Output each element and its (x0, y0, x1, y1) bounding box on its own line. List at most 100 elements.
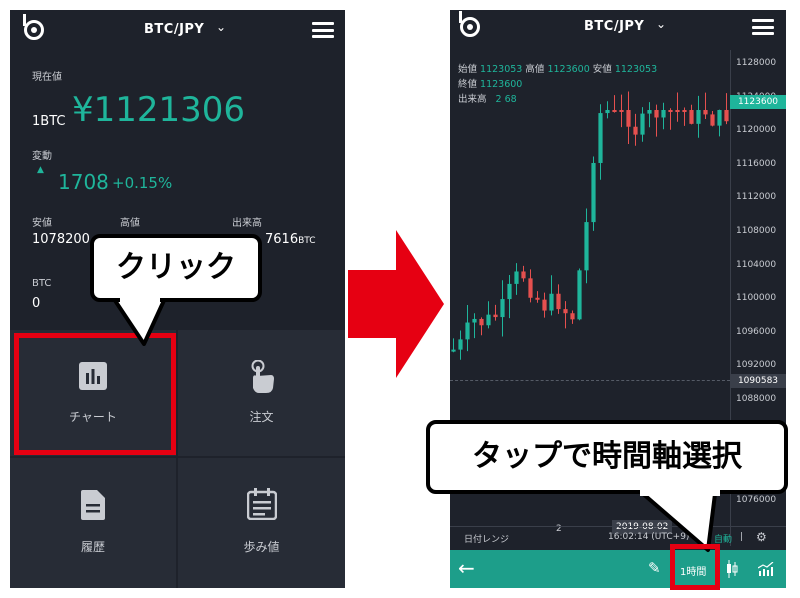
tap-hand-icon (251, 360, 274, 393)
callout-tail (110, 296, 168, 346)
volume-label: 出来高 (232, 218, 262, 229)
arrow-left-icon[interactable]: ← (458, 556, 475, 580)
candle-body (458, 339, 463, 350)
candle-body (570, 313, 575, 320)
price-axis-tick: 1112000 (736, 192, 777, 203)
order-tile-label: 注文 (249, 410, 274, 424)
pencil-icon[interactable]: ✎ (648, 559, 661, 577)
candle-body (535, 297, 540, 300)
chart-toolbar: ← ✎ 1時間 (450, 550, 786, 588)
pair-label[interactable]: BTC/JPY (584, 19, 644, 34)
change-label: 変動 (32, 151, 52, 162)
current-price-label: 現在値 (32, 72, 62, 83)
candle-body (556, 293, 561, 310)
candle-body (724, 110, 729, 122)
candle-body (717, 110, 722, 126)
candle-body (598, 113, 603, 163)
candle-body (710, 114, 715, 126)
chevron-down-icon[interactable]: ⌄ (216, 20, 226, 34)
candlestick-icon[interactable] (726, 560, 738, 578)
tap-callout: タップで時間軸選択 (426, 420, 788, 494)
red-arrow (348, 230, 444, 378)
chart-footer: 日付レンジ 16:02:14 (UTC+9) 自動 | ⚙ (450, 526, 786, 549)
price-axis-tick: 1092000 (736, 360, 777, 371)
history-tile-label: 履歴 (80, 540, 105, 554)
current-price: ¥1121306 (72, 90, 246, 130)
candle-body (563, 309, 568, 314)
price-axis-tick: 1104000 (736, 259, 777, 270)
candle-body (472, 318, 477, 323)
candle-body (577, 270, 582, 320)
callout-tail-cover (120, 292, 160, 302)
holding-label: BTC (32, 278, 52, 289)
candle-body (619, 110, 624, 112)
current-price-tag: 1123600 (730, 95, 786, 109)
candle-body (584, 222, 589, 271)
candle-body (612, 110, 617, 112)
candle-body (633, 126, 638, 135)
price-axis-tick: 1088000 (736, 394, 777, 404)
hamburger-menu-icon[interactable] (752, 19, 774, 35)
trades-tile-label: 歩み値 (243, 540, 280, 554)
price-axis-tick: 1116000 (736, 158, 777, 169)
interval-highlight-box (670, 544, 720, 590)
document-icon (81, 490, 105, 520)
order-tile[interactable]: 注文 (178, 330, 345, 456)
candle-body (654, 110, 659, 118)
candle-body (591, 162, 596, 223)
candle-body (647, 110, 652, 114)
candle-body (675, 110, 680, 112)
candle-body (493, 314, 498, 318)
gear-icon[interactable]: ⚙ (756, 530, 767, 544)
history-tile[interactable]: 履歴 (10, 458, 176, 588)
hamburger-menu-icon[interactable] (312, 22, 334, 38)
candle-body (521, 271, 526, 279)
candle-body (626, 110, 631, 127)
low-value: 1078200 (32, 232, 90, 247)
tap-callout-tail-cover (640, 486, 720, 496)
candle-body (682, 110, 687, 112)
high-label: 高値 (120, 218, 140, 229)
change-value: 1708 (58, 170, 109, 194)
candle-body (507, 283, 512, 300)
trades-tile[interactable]: 歩み値 (178, 458, 345, 588)
candle-body (549, 293, 554, 311)
app-logo-icon (23, 14, 44, 40)
candle-body (640, 113, 645, 135)
click-callout: クリック (90, 234, 262, 302)
price-axis-tick: 1076000 (736, 494, 777, 505)
footer-separator: | (740, 532, 744, 542)
candle-body (668, 110, 673, 112)
candle-body (542, 299, 547, 311)
candle-body (465, 322, 470, 340)
price-axis-tick: 1096000 (736, 326, 777, 337)
pair-label[interactable]: BTC/JPY (144, 22, 204, 37)
calendar-icon (246, 488, 277, 520)
app-logo-icon (459, 11, 480, 37)
candle-body (696, 110, 701, 124)
price-axis-tick: 1120000 (736, 125, 777, 136)
candle-body (500, 299, 505, 318)
candle-body (528, 278, 533, 298)
candle-body (703, 110, 708, 115)
holding-value: 0 (32, 296, 41, 311)
low-label: 安値 (32, 218, 52, 229)
candle-body (486, 314, 491, 326)
up-arrow-icon: ▲ (37, 165, 44, 175)
price-axis-tick: 1100000 (736, 293, 777, 304)
crosshair-price-tag: 1090583 (730, 374, 786, 388)
indicator-icon[interactable] (758, 562, 774, 576)
crosshair-line (450, 380, 730, 382)
chart-highlight-box (14, 333, 176, 455)
candle-body (661, 110, 666, 118)
chevron-down-icon[interactable]: ⌄ (656, 17, 666, 31)
ohlc-legend: 始値 1123053 高値 1123600 安値 1123053 終値 1123… (458, 64, 658, 105)
candle-body (479, 318, 484, 326)
price-axis-tick: 1108000 (736, 226, 777, 236)
candle-body (451, 349, 456, 352)
change-percent: +0.15% (112, 174, 173, 192)
right-phone-screen: BTC/JPY ⌄ 112800011240001120000111600011… (450, 10, 786, 588)
price-unit: 1BTC (32, 114, 66, 129)
date-range-button[interactable]: 日付レンジ (464, 532, 509, 545)
candle-body (689, 110, 694, 124)
